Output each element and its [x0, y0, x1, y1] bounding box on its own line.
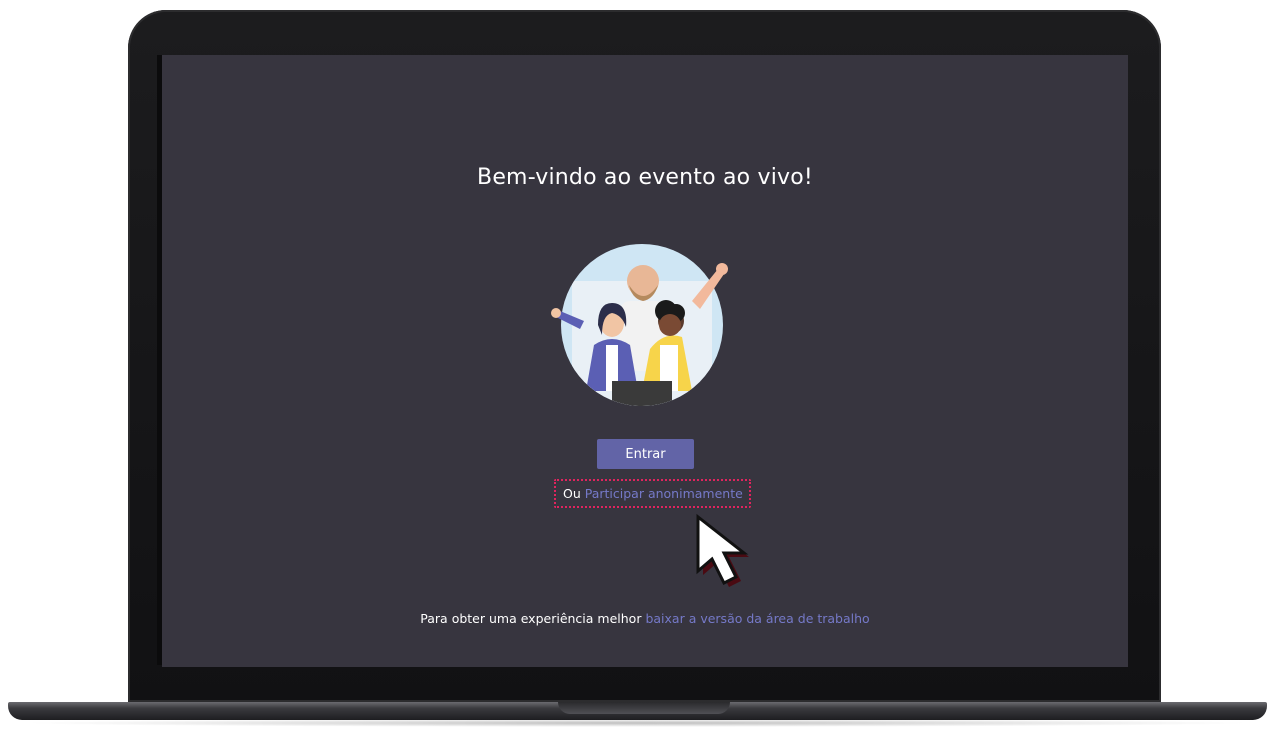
welcome-people-illustration: [551, 244, 728, 406]
app-screen: Bem-vindo ao evento ao vivo! Entrar Ou P…: [162, 55, 1128, 667]
download-desktop-link[interactable]: baixar a versão da área de trabalho: [645, 611, 869, 626]
arrow-cursor-icon: [696, 513, 749, 587]
anonymous-join-row: Ou Participar anonimamente: [554, 479, 751, 508]
footer-message: Para obter uma experiência melhor baixar…: [162, 611, 1128, 626]
enter-button[interactable]: Entrar: [597, 439, 694, 469]
laptop-base-notch: [558, 702, 730, 714]
page-title: Bem-vindo ao evento ao vivo!: [477, 165, 813, 190]
footer-text: Para obter uma experiência melhor: [420, 611, 642, 626]
laptop-shadow: [20, 719, 1255, 727]
anonymous-join-prefix: Ou: [563, 486, 581, 501]
laptop-mockup: Bem-vindo ao evento ao vivo! Entrar Ou P…: [0, 0, 1275, 729]
join-anonymously-link[interactable]: Participar anonimamente: [585, 486, 743, 501]
